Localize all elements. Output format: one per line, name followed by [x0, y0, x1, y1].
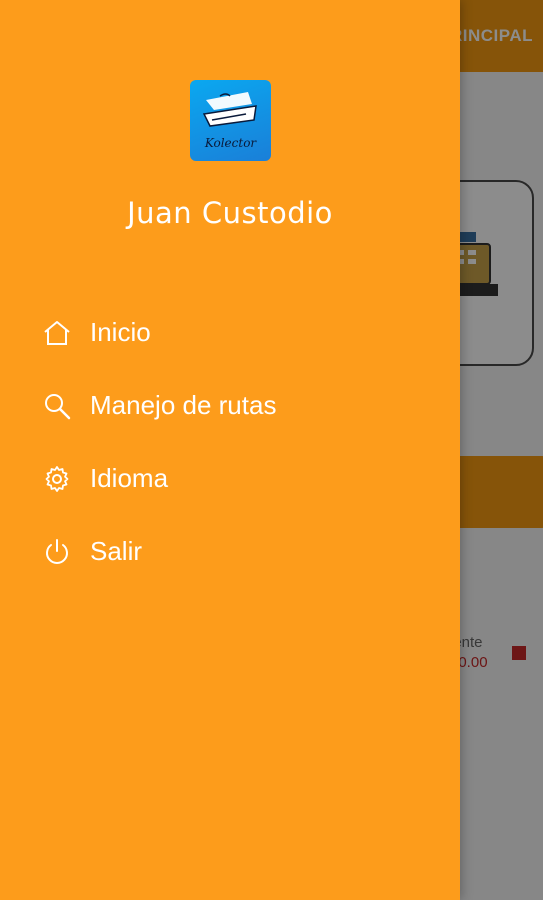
menu-item-manejo-de-rutas[interactable]: Manejo de rutas [0, 369, 460, 442]
navigation-drawer: Kolector Juan Custodio Inicio Manejo de … [0, 0, 460, 900]
menu-item-label: Idioma [90, 463, 169, 493]
home-icon [41, 317, 73, 349]
menu-item-label: Salir [90, 536, 143, 566]
search-icon [41, 390, 73, 422]
gear-icon [41, 463, 73, 495]
power-icon [41, 536, 73, 568]
app-logo: Kolector [190, 80, 271, 161]
menu-item-salir[interactable]: Salir [0, 515, 460, 588]
menu-item-label: Inicio [90, 317, 151, 347]
user-name: Juan Custodio [127, 196, 333, 230]
menu-item-label: Manejo de rutas [90, 390, 277, 420]
menu-item-idioma[interactable]: Idioma [0, 442, 460, 515]
drawer-menu: Inicio Manejo de rutas Idioma Salir [0, 296, 460, 588]
logo-text: Kolector [204, 136, 257, 150]
menu-item-inicio[interactable]: Inicio [0, 296, 460, 369]
